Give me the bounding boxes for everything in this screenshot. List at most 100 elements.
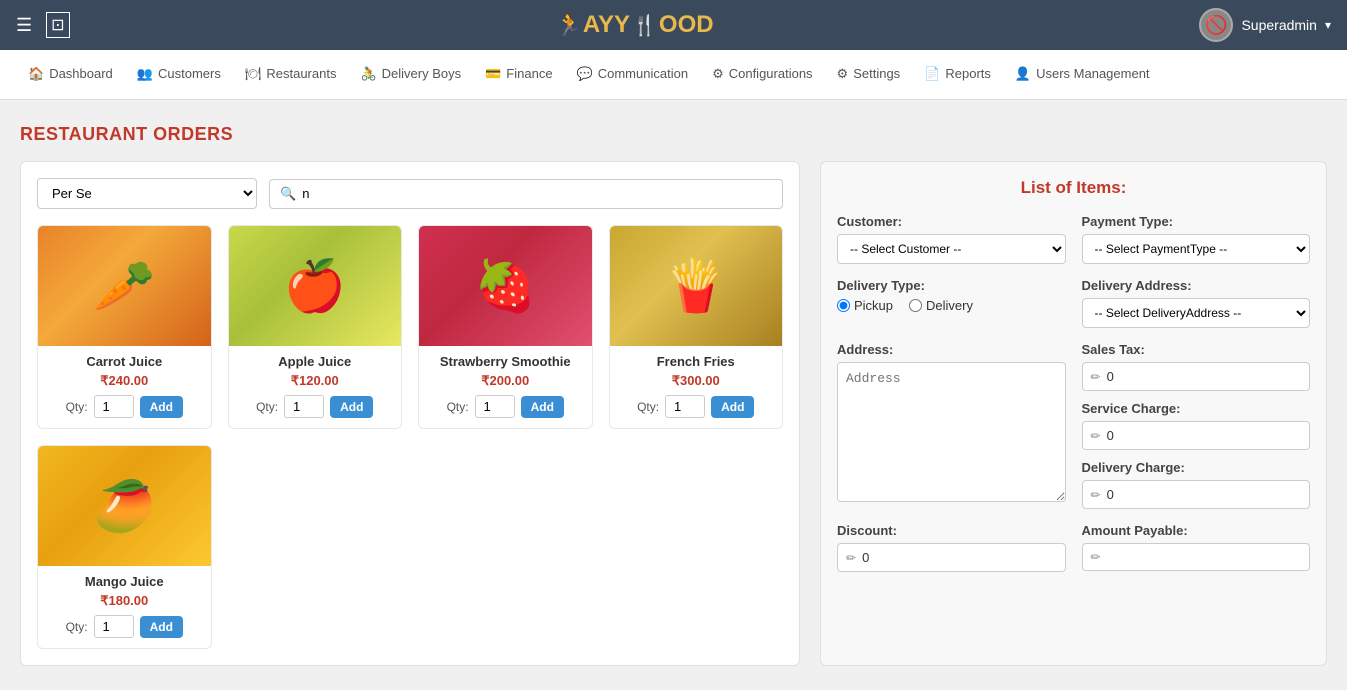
add-button-french-fries[interactable]: Add <box>711 396 754 418</box>
payment-type-select[interactable]: -- Select PaymentType -- <box>1082 234 1311 264</box>
customer-select[interactable]: -- Select Customer -- <box>837 234 1066 264</box>
product-price-apple-juice: ₹120.00 <box>229 371 402 395</box>
pickup-text: Pickup <box>854 298 893 313</box>
discount-label: Discount: <box>837 523 1066 538</box>
nav-item-restaurants[interactable]: 🍽 Restaurants <box>233 50 349 99</box>
product-card-strawberry-smoothie: 🍓 Strawberry Smoothie ₹200.00 Qty: Add <box>418 225 593 429</box>
radio-pickup-label[interactable]: Pickup <box>837 298 893 313</box>
delivery-charge-label: Delivery Charge: <box>1082 460 1311 475</box>
radio-pickup[interactable] <box>837 299 850 312</box>
header-left: ☰ ⊡ <box>16 12 70 38</box>
form-group-customer: Customer: -- Select Customer -- <box>837 214 1066 264</box>
app-header: ☰ ⊡ 🏃 AYY 🍴 OOD 🚫 Superadmin ▾ <box>0 0 1347 50</box>
radio-delivery[interactable] <box>909 299 922 312</box>
finance-icon: 💳 <box>485 66 501 82</box>
qty-label-french-fries: Qty: <box>637 400 659 414</box>
avatar: 🚫 <box>1199 8 1233 42</box>
users-management-icon: 👤 <box>1015 66 1031 82</box>
service-charge-value: 0 <box>1107 428 1114 443</box>
form-group-delivery-type: Delivery Type: Pickup Delivery <box>837 278 1066 328</box>
search-input[interactable] <box>302 186 772 201</box>
nav-item-finance[interactable]: 💳 Finance <box>473 50 564 99</box>
radio-group-delivery: Pickup Delivery <box>837 298 1066 313</box>
delivery-address-label: Delivery Address: <box>1082 278 1311 293</box>
form-row-customer-payment: Customer: -- Select Customer -- Payment … <box>837 214 1310 264</box>
product-card-carrot-juice: 🥕 Carrot Juice ₹240.00 Qty: Add <box>37 225 212 429</box>
nav-item-communication[interactable]: 💬 Communication <box>565 50 701 99</box>
delivery-address-select[interactable]: -- Select DeliveryAddress -- <box>1082 298 1311 328</box>
page-content: RESTAURANT ORDERS Per Se Price Low to Hi… <box>0 100 1347 690</box>
customers-icon: 👥 <box>137 66 153 82</box>
form-row-discount-amount: Discount: ✏ 0 Amount Payable: ✏ <box>837 523 1310 572</box>
product-name-mango-juice: Mango Juice <box>38 566 211 591</box>
nav-item-configurations[interactable]: ⚙ Configurations <box>700 50 824 99</box>
nav-item-customers[interactable]: 👥 Customers <box>125 50 233 99</box>
amount-payable-input-wrapper: ✏ <box>1082 543 1311 571</box>
nav-item-reports[interactable]: 📄 Reports <box>912 50 1003 99</box>
sort-select[interactable]: Per Se Price Low to High Price High to L… <box>37 178 257 209</box>
qty-input-french-fries[interactable] <box>665 395 705 418</box>
delivery-icon: 🚴 <box>360 66 376 82</box>
add-button-mango-juice[interactable]: Add <box>140 616 183 638</box>
product-price-mango-juice: ₹180.00 <box>38 591 211 615</box>
product-name-carrot-juice: Carrot Juice <box>38 346 211 371</box>
settings-icon: ⚙ <box>837 66 849 82</box>
qty-label-apple-juice: Qty: <box>256 400 278 414</box>
discount-input-wrapper: ✏ 0 <box>837 543 1066 572</box>
add-button-carrot-juice[interactable]: Add <box>140 396 183 418</box>
add-button-strawberry-smoothie[interactable]: Add <box>521 396 564 418</box>
nav-item-settings[interactable]: ⚙ Settings <box>825 50 913 99</box>
form-group-address: Address: <box>837 342 1066 509</box>
qty-input-mango-juice[interactable] <box>94 615 134 638</box>
product-image-apple-juice: 🍎 <box>229 226 402 346</box>
address-textarea[interactable] <box>837 362 1066 502</box>
user-dropdown-arrow[interactable]: ▾ <box>1325 18 1331 32</box>
nav-label-restaurants: Restaurants <box>266 66 336 81</box>
sales-tax-value: 0 <box>1107 369 1114 384</box>
nav-label-communication: Communication <box>598 66 688 81</box>
radio-delivery-label[interactable]: Delivery <box>909 298 973 313</box>
search-icon: 🔍 <box>280 186 296 202</box>
product-image-french-fries: 🍟 <box>610 226 783 346</box>
main-nav: 🏠 Dashboard 👥 Customers 🍽 Restaurants 🚴 … <box>0 50 1347 100</box>
sales-tax-label: Sales Tax: <box>1082 342 1311 357</box>
page-title: RESTAURANT ORDERS <box>20 124 1327 145</box>
nav-item-dashboard[interactable]: 🏠 Dashboard <box>16 50 125 99</box>
hamburger-icon[interactable]: ☰ <box>16 15 32 36</box>
product-name-apple-juice: Apple Juice <box>229 346 402 371</box>
product-qty-row-apple-juice: Qty: Add <box>229 395 402 428</box>
header-right: 🚫 Superadmin ▾ <box>1199 8 1331 42</box>
nav-label-customers: Customers <box>158 66 221 81</box>
discount-value: 0 <box>862 550 869 565</box>
qty-input-carrot-juice[interactable] <box>94 395 134 418</box>
product-qty-row-carrot-juice: Qty: Add <box>38 395 211 428</box>
form-group-amount-payable: Amount Payable: ✏ <box>1082 523 1311 572</box>
delivery-charge-value: 0 <box>1107 487 1114 502</box>
form-group-delivery-address: Delivery Address: -- Select DeliveryAddr… <box>1082 278 1311 328</box>
nav-label-dashboard: Dashboard <box>49 66 113 81</box>
app-logo: 🏃 AYY 🍴 OOD <box>555 11 713 39</box>
sales-tax-input-wrapper: ✏ 0 <box>1082 362 1311 391</box>
configurations-icon: ⚙ <box>712 66 724 82</box>
form-group-payment: Payment Type: -- Select PaymentType -- <box>1082 214 1311 264</box>
nav-item-delivery-boys[interactable]: 🚴 Delivery Boys <box>348 50 473 99</box>
product-panel: Per Se Price Low to High Price High to L… <box>20 161 800 666</box>
qty-input-apple-juice[interactable] <box>284 395 324 418</box>
qty-input-strawberry-smoothie[interactable] <box>475 395 515 418</box>
product-qty-row-mango-juice: Qty: Add <box>38 615 211 648</box>
order-panel-title: List of Items: <box>837 178 1310 198</box>
address-label: Address: <box>837 342 1066 357</box>
user-name: Superadmin <box>1241 17 1317 33</box>
product-grid: 🥕 Carrot Juice ₹240.00 Qty: Add 🍎 Apple … <box>37 225 783 649</box>
logo-food: OOD <box>659 11 714 39</box>
product-image-carrot-juice: 🥕 <box>38 226 211 346</box>
sales-tax-edit-icon: ✏ <box>1091 370 1101 384</box>
communication-icon: 💬 <box>577 66 593 82</box>
nav-item-users-management[interactable]: 👤 Users Management <box>1003 50 1162 99</box>
product-card-mango-juice: 🥭 Mango Juice ₹180.00 Qty: Add <box>37 445 212 649</box>
add-button-apple-juice[interactable]: Add <box>330 396 373 418</box>
product-qty-row-strawberry-smoothie: Qty: Add <box>419 395 592 428</box>
delivery-charge-input-wrapper: ✏ 0 <box>1082 480 1311 509</box>
expand-icon[interactable]: ⊡ <box>46 12 69 38</box>
product-card-apple-juice: 🍎 Apple Juice ₹120.00 Qty: Add <box>228 225 403 429</box>
